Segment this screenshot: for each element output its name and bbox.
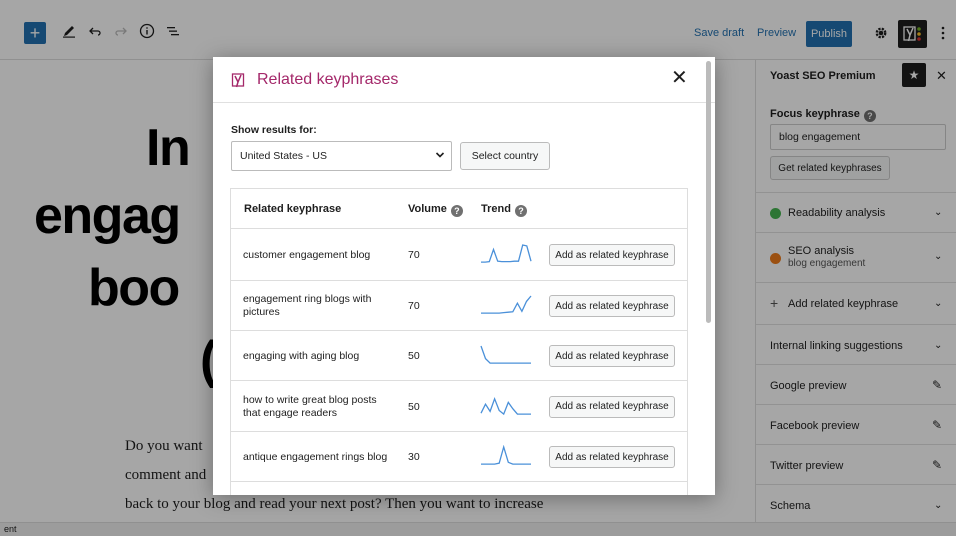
help-icon[interactable]: ? <box>514 205 527 217</box>
add-related-keyphrase-button[interactable]: Add as related keyphrase <box>549 295 675 317</box>
yoast-logo-icon <box>231 73 245 88</box>
show-results-label: Show results for: <box>231 124 317 136</box>
select-country-button[interactable]: Select country <box>460 142 550 170</box>
table-row: antique engagement rings blog 30 Add as re… <box>231 431 687 481</box>
table-row: engagement ring blogs with pictures 70 Add… <box>231 280 687 330</box>
volume-cell: 70 <box>408 300 420 312</box>
table-row: engaging with aging blog 50 Add as related… <box>231 330 687 380</box>
modal-title: Related keyphrases <box>257 71 399 88</box>
trend-header-text: Trend <box>481 203 511 215</box>
modal-close-button[interactable]: ✕ <box>671 68 688 88</box>
trend-sparkline <box>480 396 531 415</box>
table-row <box>231 481 687 495</box>
column-header-keyphrase: Related keyphrase <box>244 203 342 215</box>
keyphrase-cell: antique engagement rings blog <box>243 450 388 463</box>
trend-sparkline <box>481 244 532 263</box>
volume-header-text: Volume <box>408 203 447 215</box>
related-keyphrases-modal: Related keyphrases ✕ Show results for: U… <box>213 57 715 495</box>
trend-line <box>480 396 531 415</box>
add-related-keyphrase-button[interactable]: Add as related keyphrase <box>549 244 675 266</box>
add-related-keyphrase-button[interactable]: Add as related keyphrase <box>549 345 675 367</box>
trend-line <box>481 244 532 263</box>
chevron-down-icon <box>435 152 445 158</box>
table-row: customer engagement blog 70 Add as related… <box>231 228 687 280</box>
volume-cell: 50 <box>408 350 420 362</box>
trend-sparkline <box>481 445 531 465</box>
keyphrase-cell: how to write great blog posts that engag… <box>243 393 377 419</box>
column-header-volume: Volume? <box>408 203 463 217</box>
column-header-trend: Trend? <box>481 203 527 217</box>
add-related-keyphrase-button[interactable]: Add as related keyphrase <box>549 446 675 468</box>
volume-cell: 70 <box>408 249 420 261</box>
volume-cell: 30 <box>408 451 420 463</box>
modal-header: Related keyphrases ✕ <box>213 57 715 103</box>
table-row: how to write great blog posts that engag… <box>231 380 687 431</box>
trend-line <box>480 345 531 364</box>
trend-line <box>481 445 531 465</box>
keyphrase-cell: engaging with aging blog <box>243 349 360 362</box>
volume-cell: 50 <box>408 400 420 413</box>
help-icon[interactable]: ? <box>450 205 463 217</box>
trend-sparkline <box>480 345 531 364</box>
add-related-keyphrase-button[interactable]: Add as related keyphrase <box>549 395 675 418</box>
modal-scrollbar[interactable] <box>706 61 711 323</box>
keyphrase-cell: customer engagement blog <box>243 248 371 261</box>
trend-line <box>481 295 532 314</box>
trend-sparkline <box>481 295 532 314</box>
keyphrase-cell: engagement ring blogs with pictures <box>243 293 372 318</box>
country-select[interactable]: United States - US <box>231 141 452 171</box>
